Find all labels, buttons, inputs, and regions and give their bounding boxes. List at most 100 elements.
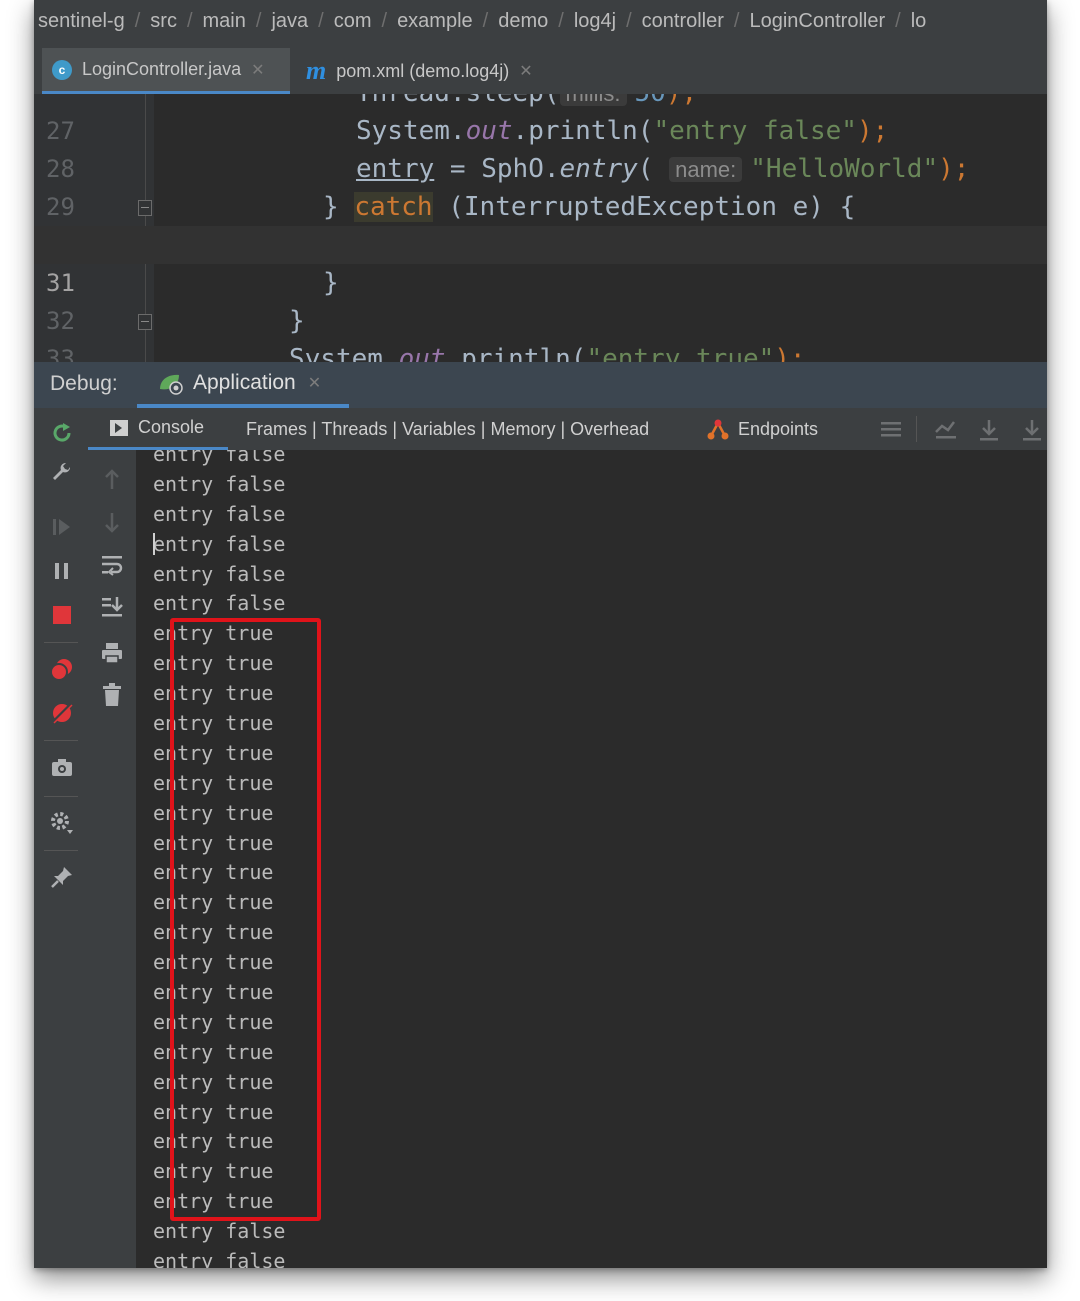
console-line: entry false xyxy=(153,450,286,466)
tab-endpoints[interactable]: Endpoints xyxy=(706,408,818,450)
close-icon[interactable]: ✕ xyxy=(519,61,532,81)
breadcrumb-item[interactable]: sentinel-g xyxy=(38,10,125,32)
code-text: } xyxy=(289,306,305,336)
code-line: 34 System.out.println("entry true"); xyxy=(34,340,1047,362)
code-string: "HelloWorld" xyxy=(750,154,939,184)
parameter-hint: name: xyxy=(669,157,743,182)
highlight-annotation-box xyxy=(170,618,321,1221)
code-line: 27 Thread.sleep(millis:50); xyxy=(34,94,1047,145)
down-arrow-icon[interactable] xyxy=(99,510,125,536)
code-text: ( xyxy=(637,154,654,184)
code-method: entry xyxy=(559,154,638,184)
breadcrumb-item[interactable]: main xyxy=(203,10,246,32)
print-icon[interactable] xyxy=(99,640,125,666)
breadcrumb-item[interactable]: java xyxy=(271,10,308,32)
code-text: } xyxy=(323,192,355,222)
breadcrumb: sentinel-g / src / main / java / com / example / dem… xyxy=(34,0,1047,48)
code-text: System. xyxy=(356,116,466,146)
fold-icon[interactable] xyxy=(138,314,152,330)
console-line: entry false xyxy=(153,591,286,616)
code-line: 28 System.out.println("entry false"); xyxy=(34,112,1047,183)
camera-icon[interactable] xyxy=(49,754,75,780)
parameter-hint: millis: xyxy=(559,94,627,106)
tab-login-controller[interactable]: c LoginController.java ✕ xyxy=(42,48,290,94)
wrench-icon[interactable] xyxy=(49,460,75,486)
code-text: (InterruptedException e) { xyxy=(432,192,856,222)
breadcrumb-item[interactable]: controller xyxy=(642,10,724,32)
text-caret xyxy=(153,533,155,555)
soft-wrap-icon[interactable] xyxy=(99,552,125,578)
code-string: "entry false" xyxy=(653,116,857,146)
debug-left-toolbar xyxy=(34,408,89,1268)
pin-icon[interactable] xyxy=(49,864,75,890)
console-line: entry false xyxy=(153,561,286,586)
tab-application[interactable]: Application ✕ xyxy=(137,362,349,408)
code-line: 32 } xyxy=(34,264,1047,335)
tab-label: Application xyxy=(193,371,296,394)
resume-icon[interactable] xyxy=(49,514,75,540)
debugger-tab-bar: Console Frames | Threads | Variables | M… xyxy=(88,408,1047,450)
console-line: entry false xyxy=(153,531,286,556)
code-text: .println( xyxy=(445,344,587,362)
code-text: System. xyxy=(289,344,399,362)
tab-label: LoginController.java xyxy=(82,59,242,79)
console-line: entry false xyxy=(153,1219,286,1244)
show-execution-point-icon[interactable] xyxy=(934,418,958,440)
console-toolbar xyxy=(88,450,136,1268)
breadcrumb-item[interactable]: lo xyxy=(911,10,927,32)
code-text: = SphO. xyxy=(434,154,560,184)
code-text: Thread.sleep( xyxy=(356,94,560,108)
code-line: 33 } xyxy=(34,302,1047,362)
breadcrumb-item[interactable]: com xyxy=(334,10,372,32)
pause-icon[interactable] xyxy=(49,558,75,584)
code-field: out xyxy=(465,116,513,146)
breadcrumb-item[interactable]: log4j xyxy=(574,10,616,32)
tab-label: pom.xml (demo.log4j) xyxy=(336,60,510,81)
editor-tab-bar: c LoginController.java ✕ m pom.xml (demo… xyxy=(34,48,1047,95)
tab-frames-threads-variables[interactable]: Frames | Threads | Variables | Memory | … xyxy=(246,419,649,440)
code-text: ); xyxy=(938,154,970,184)
scroll-to-end-icon[interactable] xyxy=(99,594,125,620)
code-text: ); xyxy=(666,94,697,108)
maven-m-icon: m xyxy=(306,56,327,85)
rerun-icon[interactable] xyxy=(49,420,75,446)
fold-icon[interactable] xyxy=(138,200,152,216)
code-variable: entry xyxy=(356,154,435,184)
code-text: .println( xyxy=(512,116,654,146)
debug-tool-window-header: Debug: Application ✕ xyxy=(34,362,1047,408)
code-string: "entry true" xyxy=(586,344,775,362)
console-line: entry false xyxy=(153,1249,286,1268)
settings-icon[interactable] xyxy=(49,810,75,836)
stop-icon[interactable] xyxy=(49,602,75,628)
up-arrow-icon[interactable] xyxy=(99,466,125,492)
close-icon[interactable]: ✕ xyxy=(308,373,321,393)
step-over-icon[interactable] xyxy=(978,418,1000,442)
breadcrumb-item[interactable]: example xyxy=(397,10,473,32)
trash-icon[interactable] xyxy=(99,682,125,708)
mute-breakpoints-icon[interactable] xyxy=(49,700,75,726)
console-line: entry false xyxy=(153,501,286,526)
code-line: 29 entry = SphO.entry( name: "HelloWorld"… xyxy=(34,150,1047,221)
close-icon[interactable]: ✕ xyxy=(251,60,264,80)
tab-console[interactable]: Console xyxy=(88,408,228,450)
step-into-icon[interactable] xyxy=(1021,418,1043,442)
ide-window: sentinel-g / src / main / java / com / example / dem… xyxy=(34,0,1047,1268)
view-breakpoints-icon[interactable] xyxy=(49,656,75,682)
code-text: } xyxy=(323,268,339,298)
menu-icon[interactable] xyxy=(880,418,902,440)
tab-pom-xml[interactable]: m pom.xml (demo.log4j) ✕ xyxy=(296,48,560,94)
console-line: entry false xyxy=(153,471,286,496)
code-text: ); xyxy=(856,116,889,146)
code-editor[interactable]: 27 Thread.sleep(millis:50); 28 System.ou… xyxy=(34,94,1047,362)
breadcrumb-item[interactable]: src xyxy=(150,10,177,32)
console-output[interactable]: entry false entry false entry false entr… xyxy=(136,450,1047,1268)
endpoints-icon xyxy=(707,419,729,440)
tab-label: Endpoints xyxy=(738,418,819,439)
class-c-icon: c xyxy=(52,59,72,80)
code-keyword: catch xyxy=(354,192,433,222)
breadcrumb-path: sentinel-g / src / main / java / com / example / dem… xyxy=(38,10,927,32)
spring-debug-icon xyxy=(160,374,183,395)
breadcrumb-item[interactable]: LoginController xyxy=(749,10,885,32)
breadcrumb-item[interactable]: demo xyxy=(498,10,548,32)
code-text: ); xyxy=(774,344,806,362)
